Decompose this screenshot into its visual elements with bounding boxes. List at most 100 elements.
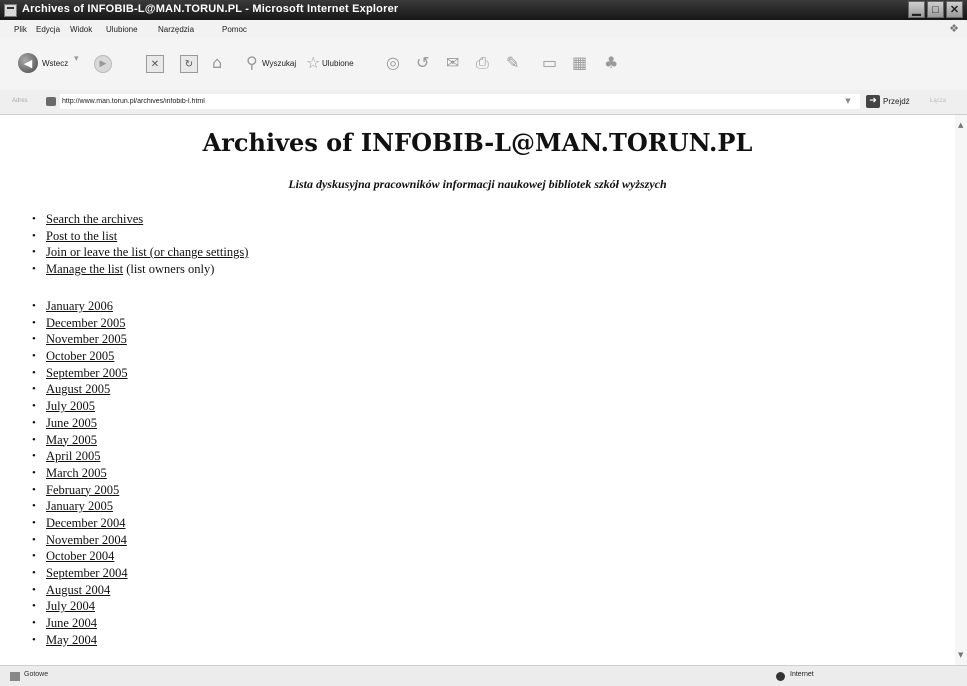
list-item: October 2005 <box>30 348 128 365</box>
month-link[interactable]: June 2004 <box>46 616 97 630</box>
menu-help[interactable]: Pomoc <box>222 25 247 34</box>
month-link[interactable]: November 2004 <box>46 533 127 547</box>
home-icon[interactable]: ⌂ <box>212 53 222 72</box>
internet-zone-icon <box>776 672 785 681</box>
search-icon[interactable]: ⚲ <box>246 53 258 72</box>
month-link[interactable]: January 2006 <box>46 299 113 313</box>
list-item: January 2006 <box>30 298 128 315</box>
status-bar: Gotowe Internet <box>0 665 967 686</box>
list-item: August 2004 <box>30 582 128 599</box>
window-controls: ▁ □ ✕ <box>908 1 963 18</box>
stop-icon[interactable]: ✕ <box>146 55 164 73</box>
address-bar: Adres ▼ ➜ Przejdź Łącza <box>0 90 967 115</box>
month-link[interactable]: December 2005 <box>46 316 125 330</box>
minimize-button[interactable]: ▁ <box>908 1 925 18</box>
toolbar: ◀ Wstecz ▾ ▶ ✕ ↻ ⌂ ⚲ Wyszukaj ☆ Ulubione… <box>0 38 967 90</box>
page-icon <box>46 97 56 106</box>
menu-bar: Plik Edycja Widok Ulubione Narzędzia Pom… <box>0 20 967 38</box>
list-item: July 2005 <box>30 398 128 415</box>
list-item: December 2004 <box>30 515 128 532</box>
list-item: October 2004 <box>30 548 128 565</box>
menu-file[interactable]: Plik <box>14 25 27 34</box>
list-item: July 2004 <box>30 598 128 615</box>
menu-edit[interactable]: Edycja <box>36 25 60 34</box>
scroll-up-icon[interactable]: ▲ <box>958 121 963 129</box>
list-item: December 2005 <box>30 315 128 332</box>
links-label[interactable]: Łącza <box>930 98 946 104</box>
month-link[interactable]: July 2005 <box>46 399 95 413</box>
month-link[interactable]: August 2004 <box>46 583 110 597</box>
month-link[interactable]: July 2004 <box>46 599 95 613</box>
maximize-button[interactable]: □ <box>927 1 944 18</box>
page-subtitle: Lista dyskusyjna pracowników informacji … <box>288 177 667 191</box>
action-list: Search the archives Post to the list Joi… <box>30 211 248 277</box>
window-title: Archives of INFOBIB-L@MAN.TORUN.PL - Mic… <box>22 3 399 15</box>
list-item: November 2005 <box>30 331 128 348</box>
month-link[interactable]: May 2004 <box>46 633 97 647</box>
month-link[interactable]: February 2005 <box>46 483 119 497</box>
month-link[interactable]: January 2005 <box>46 499 113 513</box>
go-button[interactable]: ➜ Przejdź <box>866 94 910 109</box>
forward-icon[interactable]: ▶ <box>94 55 112 73</box>
month-archive-list: January 2006 December 2005 November 2005… <box>30 298 128 648</box>
month-link[interactable]: October 2004 <box>46 549 114 563</box>
month-link[interactable]: April 2005 <box>46 449 101 463</box>
media-icon[interactable]: ◎ <box>386 53 400 72</box>
list-item: September 2005 <box>30 365 128 382</box>
security-zone-label: Internet <box>790 671 814 678</box>
back-dropdown-icon[interactable]: ▾ <box>74 54 79 64</box>
month-link[interactable]: June 2005 <box>46 416 97 430</box>
go-label: Przejdź <box>883 97 910 106</box>
print-icon[interactable]: ⎙ <box>476 53 489 73</box>
month-link[interactable]: December 2004 <box>46 516 125 530</box>
list-item: May 2005 <box>30 432 128 449</box>
manage-list-note: (list owners only) <box>123 261 215 276</box>
address-dropdown-icon[interactable]: ▼ <box>843 97 853 107</box>
favorites-label[interactable]: Ulubione <box>322 59 354 68</box>
messenger-icon[interactable]: ♣ <box>604 53 618 72</box>
month-link[interactable]: September 2004 <box>46 566 128 580</box>
list-item: April 2005 <box>30 448 128 465</box>
address-input[interactable] <box>62 96 842 107</box>
search-label[interactable]: Wyszukaj <box>262 59 296 68</box>
back-label[interactable]: Wstecz <box>42 59 68 68</box>
research-icon[interactable]: ▦ <box>572 53 587 72</box>
favorites-icon[interactable]: ☆ <box>306 53 320 72</box>
month-link[interactable]: August 2005 <box>46 382 110 396</box>
windows-logo-icon: ❖ <box>949 23 959 35</box>
manage-list-link[interactable]: Manage the list <box>46 262 123 276</box>
address-label: Adres <box>12 98 28 104</box>
join-leave-link[interactable]: Join or leave the list (or change settin… <box>46 245 248 259</box>
post-to-list-link[interactable]: Post to the list <box>46 229 117 243</box>
scroll-down-icon[interactable]: ▼ <box>958 651 963 659</box>
status-text: Gotowe <box>24 671 49 678</box>
month-link[interactable]: March 2005 <box>46 466 107 480</box>
list-item: September 2004 <box>30 565 128 582</box>
month-link[interactable]: November 2005 <box>46 332 127 346</box>
refresh-icon[interactable]: ↻ <box>180 55 198 73</box>
month-link[interactable]: October 2005 <box>46 349 114 363</box>
page-status-icon <box>10 672 20 681</box>
address-field <box>60 94 860 109</box>
mail-icon[interactable]: ✉ <box>446 53 459 72</box>
list-item: June 2005 <box>30 415 128 432</box>
list-item: February 2005 <box>30 482 128 499</box>
month-link[interactable]: May 2005 <box>46 433 97 447</box>
title-bar: Archives of INFOBIB-L@MAN.TORUN.PL - Mic… <box>0 0 967 20</box>
edit-icon[interactable]: ✎ <box>506 53 519 72</box>
back-icon[interactable]: ◀ <box>18 53 38 73</box>
menu-view[interactable]: Widok <box>70 25 92 34</box>
vertical-scrollbar[interactable]: ▲ ▼ <box>955 115 967 665</box>
discuss-icon[interactable]: ▭ <box>542 53 557 72</box>
menu-tools[interactable]: Narzędzia <box>158 25 194 34</box>
list-item: Join or leave the list (or change settin… <box>30 244 248 261</box>
list-item: Search the archives <box>30 211 248 228</box>
history-icon[interactable]: ↺ <box>416 53 429 72</box>
list-item: January 2005 <box>30 498 128 515</box>
close-button[interactable]: ✕ <box>946 1 963 18</box>
search-archives-link[interactable]: Search the archives <box>46 212 143 226</box>
menu-favorites[interactable]: Ulubione <box>106 25 138 34</box>
page-title: Archives of INFOBIB-L@MAN.TORUN.PL <box>202 128 753 157</box>
page-content: Archives of INFOBIB-L@MAN.TORUN.PL Lista… <box>0 115 956 665</box>
month-link[interactable]: September 2005 <box>46 366 128 380</box>
